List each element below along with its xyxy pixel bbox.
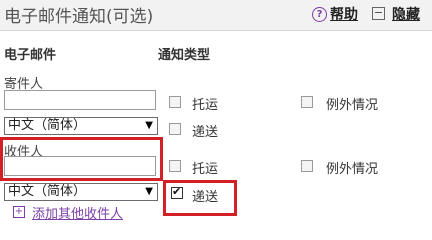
recipient-delivery-checkbox[interactable]: [171, 185, 183, 199]
recipient-delivery-label: 递送: [192, 190, 219, 205]
dropdown-arrow-icon: ▼: [145, 186, 153, 197]
sender-language-value: 中文（简体）: [8, 118, 87, 133]
recipient-exception-label: 例外情况: [326, 162, 379, 177]
email-column-header: 电子邮件: [4, 48, 57, 63]
recipient-shipment-checkbox[interactable]: [169, 160, 181, 172]
sender-exception-checkbox[interactable]: [301, 96, 313, 108]
sender-shipment-label: 托运: [192, 98, 219, 113]
recipient-language-value: 中文（简体）: [8, 184, 87, 199]
notify-type-column-header: 通知类型: [158, 48, 211, 63]
dropdown-arrow-icon: ▼: [145, 120, 153, 131]
sender-shipment-checkbox[interactable]: [169, 96, 181, 108]
help-link[interactable]: 帮助: [330, 4, 358, 24]
help-icon[interactable]: ?: [312, 7, 327, 22]
recipient-email-input[interactable]: [4, 156, 156, 176]
sender-language-select[interactable]: 中文（简体） ▼: [4, 117, 158, 135]
add-recipient-link[interactable]: 添加其他收件人: [32, 203, 123, 222]
sender-email-input[interactable]: [4, 90, 156, 110]
section-title: 电子邮件通知(可选): [4, 7, 154, 27]
plus-square-icon[interactable]: +: [13, 206, 25, 218]
sender-exception-label: 例外情况: [326, 98, 379, 113]
recipient-shipment-label: 托运: [192, 162, 219, 177]
recipient-language-select[interactable]: 中文（简体） ▼: [4, 183, 158, 201]
recipient-exception-checkbox[interactable]: [301, 160, 313, 172]
sender-delivery-label: 递送: [192, 125, 219, 140]
collapse-icon[interactable]: −: [372, 7, 385, 20]
sender-delivery-checkbox[interactable]: [169, 123, 181, 135]
hide-link[interactable]: 隐藏: [392, 4, 420, 24]
